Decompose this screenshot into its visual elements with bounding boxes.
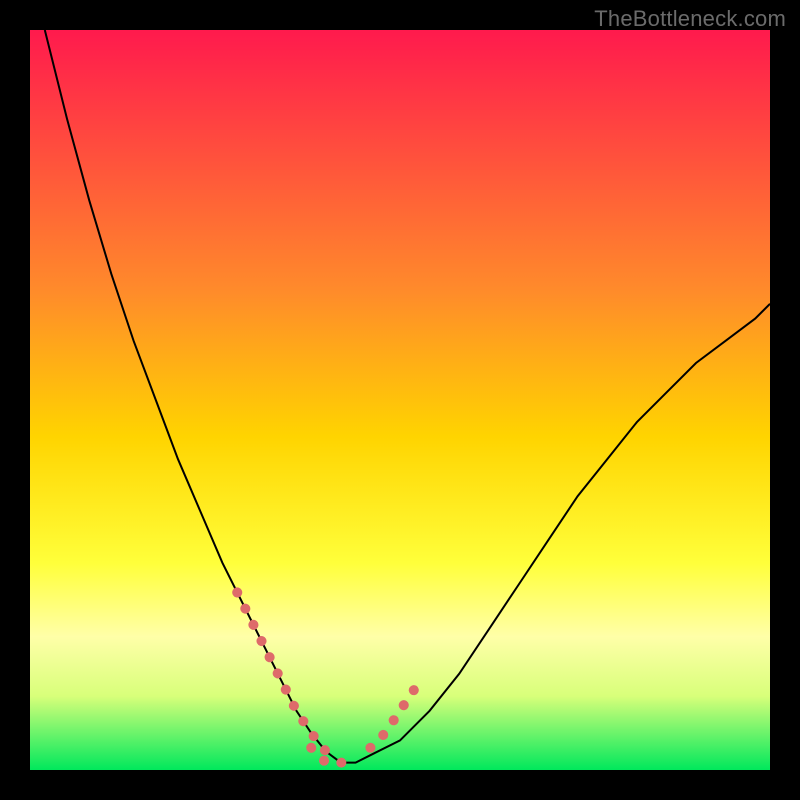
chart-svg [30, 30, 770, 770]
chart-plot-area [30, 30, 770, 770]
watermark-text: TheBottleneck.com [594, 6, 786, 32]
